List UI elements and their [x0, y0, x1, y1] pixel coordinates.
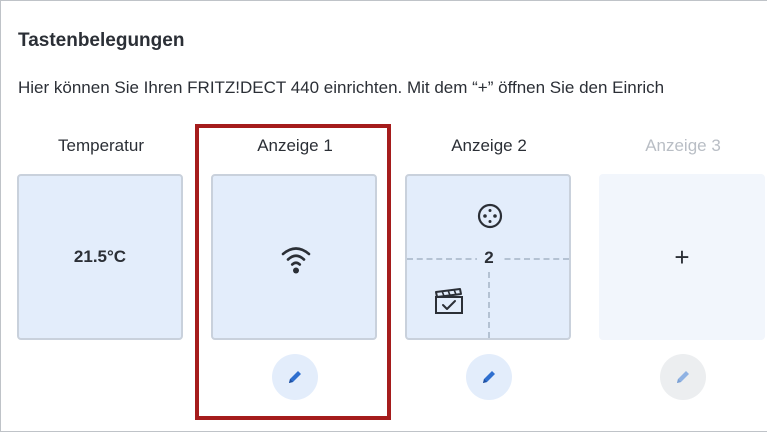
- edit-anzeige-3-button[interactable]: [660, 354, 706, 400]
- column-label-temperatur: Temperatur: [58, 136, 144, 155]
- power-socket-icon: [477, 203, 503, 229]
- pencil-icon: [483, 371, 495, 383]
- edit-anzeige-1-button[interactable]: [272, 354, 318, 400]
- section-title: Tastenbelegungen: [18, 30, 185, 51]
- tile-anzeige-1[interactable]: [211, 174, 377, 340]
- clapperboard-icon: [435, 288, 463, 314]
- tile-anzeige-3-add[interactable]: +: [599, 174, 765, 340]
- divider-vertical: [488, 272, 490, 338]
- tile-center-value: 2: [477, 246, 501, 270]
- pencil-icon: [289, 371, 301, 383]
- column-label-anzeige-2: Anzeige 2: [451, 136, 527, 155]
- tile-anzeige-2[interactable]: 2: [405, 174, 571, 340]
- edit-anzeige-2-button[interactable]: [466, 354, 512, 400]
- add-icon: +: [674, 241, 690, 272]
- temperature-value: 21.5°C: [73, 247, 127, 266]
- column-label-anzeige-3: Anzeige 3: [645, 136, 721, 155]
- section-description: Hier können Sie Ihren FRITZ!DECT 440 ein…: [18, 78, 665, 97]
- column-label-anzeige-1: Anzeige 1: [257, 136, 333, 155]
- tile-temperatur[interactable]: 21.5°C: [17, 174, 183, 340]
- pencil-icon: [677, 371, 689, 383]
- wifi-icon: [281, 247, 311, 274]
